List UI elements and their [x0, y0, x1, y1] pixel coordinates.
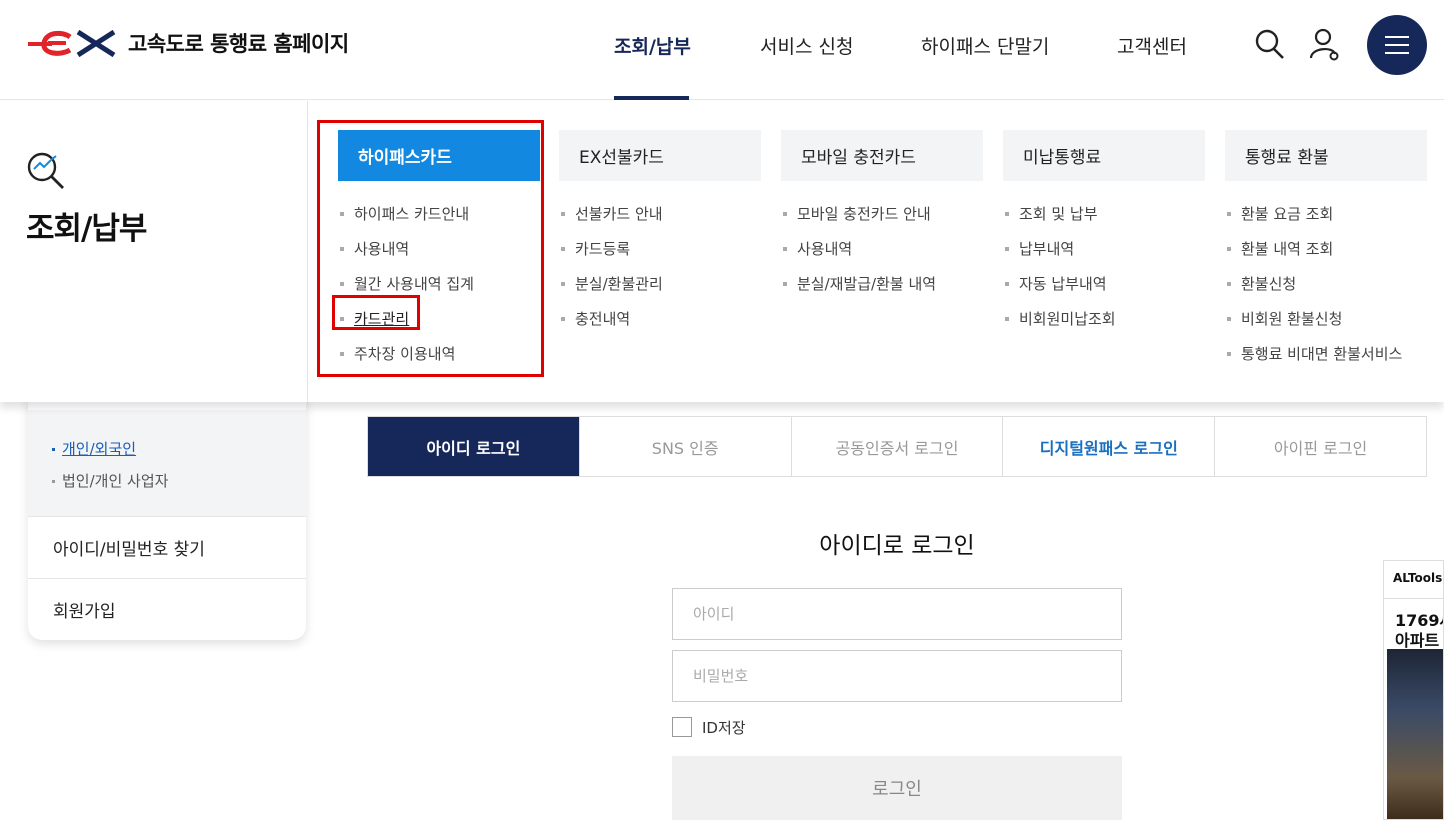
- nav-lookup-payment[interactable]: 조회/납부: [614, 32, 691, 59]
- find-id-password-link[interactable]: 아이디/비밀번호 찾기: [28, 516, 306, 578]
- highlight-box-card-management: [332, 295, 420, 330]
- menu-item[interactable]: 충전내역: [559, 301, 761, 336]
- active-nav-indicator: [614, 96, 689, 100]
- login-title: 아이디로 로그인: [819, 533, 975, 559]
- menu-head-toll-refund[interactable]: 통행료 환불: [1225, 130, 1427, 181]
- menu-column-ex-prepaid-card: EX선불카드 선불카드 안내 카드등록 분실/환불관리 충전내역: [559, 130, 761, 336]
- menu-head-unpaid-toll[interactable]: 미납통행료: [1003, 130, 1205, 181]
- tab-certificate-login[interactable]: 공동인증서 로그인: [792, 417, 1004, 476]
- nav-service-apply[interactable]: 서비스 신청: [760, 32, 853, 59]
- logo-text: 고속도로 통행료 홈페이지: [128, 32, 349, 56]
- signup-link[interactable]: 회원가입: [28, 578, 306, 640]
- submenu-individual[interactable]: 개인/외국인: [52, 438, 136, 459]
- menu-item[interactable]: 분실/환불관리: [559, 266, 761, 301]
- menu-item[interactable]: 납부내역: [1003, 231, 1205, 266]
- menu-item[interactable]: 선불카드 안내: [559, 196, 761, 231]
- login-method-tabs: 아이디 로그인 SNS 인증 공동인증서 로그인 디지털원패스 로그인 아이핀 …: [367, 416, 1427, 477]
- highlight-box-hipass-column: [317, 120, 544, 377]
- submenu-corporate[interactable]: 법인/개인 사업자: [52, 470, 168, 491]
- menu-item[interactable]: 환불 내역 조회: [1225, 231, 1427, 266]
- id-input[interactable]: [672, 588, 1122, 640]
- menu-item[interactable]: 분실/재발급/환불 내역: [781, 266, 983, 301]
- nav-hipass-terminal[interactable]: 하이패스 단말기: [921, 32, 1049, 59]
- tab-id-login[interactable]: 아이디 로그인: [368, 417, 580, 476]
- ad-image: [1387, 649, 1443, 819]
- tab-digital-onepass-login[interactable]: 디지털원패스 로그인: [1003, 417, 1216, 476]
- ad-brand: ALTools: [1393, 571, 1443, 585]
- menu-column-toll-refund: 통행료 환불 환불 요금 조회 환불 내역 조회 환불신청 비회원 환불신청 통…: [1225, 130, 1427, 371]
- member-type-submenu: 개인/외국인 법인/개인 사업자: [28, 410, 306, 516]
- side-advertisement[interactable]: ALTools 1769세 아파트: [1383, 560, 1444, 820]
- search-icon[interactable]: [1255, 28, 1285, 64]
- menu-item[interactable]: 자동 납부내역: [1003, 266, 1205, 301]
- menu-item[interactable]: 사용내역: [781, 231, 983, 266]
- all-menu-button[interactable]: [1367, 15, 1427, 75]
- menu-item[interactable]: 모바일 충전카드 안내: [781, 196, 983, 231]
- menu-column-unpaid-toll: 미납통행료 조회 및 납부 납부내역 자동 납부내역 비회원미납조회: [1003, 130, 1205, 336]
- ad-divider: [1384, 598, 1443, 599]
- mega-menu-section: 조회/납부: [0, 101, 308, 402]
- login-sidebar: 개인/외국인 법인/개인 사업자 아이디/비밀번호 찾기 회원가입: [28, 380, 306, 640]
- tab-sns-auth[interactable]: SNS 인증: [580, 417, 792, 476]
- menu-head-mobile-card[interactable]: 모바일 충전카드: [781, 130, 983, 181]
- ad-text-line2: 아파트: [1395, 631, 1440, 650]
- login-button[interactable]: 로그인: [672, 756, 1122, 820]
- hamburger-icon: [1385, 36, 1409, 54]
- save-id-label: ID저장: [702, 719, 746, 737]
- mega-menu: 조회/납부 하이패스카드 하이패스 카드안내 사용내역 월간 사용내역 집계 카…: [0, 101, 1444, 402]
- menu-column-mobile-card: 모바일 충전카드 모바일 충전카드 안내 사용내역 분실/재발급/환불 내역: [781, 130, 983, 301]
- menu-item[interactable]: 통행료 비대면 환불서비스: [1225, 336, 1427, 371]
- save-id-checkbox[interactable]: [672, 717, 692, 737]
- mega-section-title: 조회/납부: [26, 211, 147, 247]
- nav-customer-center[interactable]: 고객센터: [1117, 32, 1187, 59]
- menu-item[interactable]: 환불 요금 조회: [1225, 196, 1427, 231]
- menu-item[interactable]: 카드등록: [559, 231, 761, 266]
- menu-head-ex-prepaid-card[interactable]: EX선불카드: [559, 130, 761, 181]
- site-header: 고속도로 통행료 홈페이지 조회/납부 서비스 신청 하이패스 단말기 고객센터: [0, 0, 1444, 100]
- user-login-icon[interactable]: [1309, 28, 1341, 66]
- password-input[interactable]: [672, 650, 1122, 702]
- menu-item[interactable]: 비회원미납조회: [1003, 301, 1205, 336]
- menu-item[interactable]: 환불신청: [1225, 266, 1427, 301]
- menu-item[interactable]: 조회 및 납부: [1003, 196, 1205, 231]
- logo[interactable]: 고속도로 통행료 홈페이지: [26, 28, 349, 58]
- ex-logo-icon: [28, 29, 116, 58]
- tab-ipin-login[interactable]: 아이핀 로그인: [1215, 417, 1426, 476]
- magnifier-chart-icon: [27, 152, 64, 189]
- menu-item[interactable]: 비회원 환불신청: [1225, 301, 1427, 336]
